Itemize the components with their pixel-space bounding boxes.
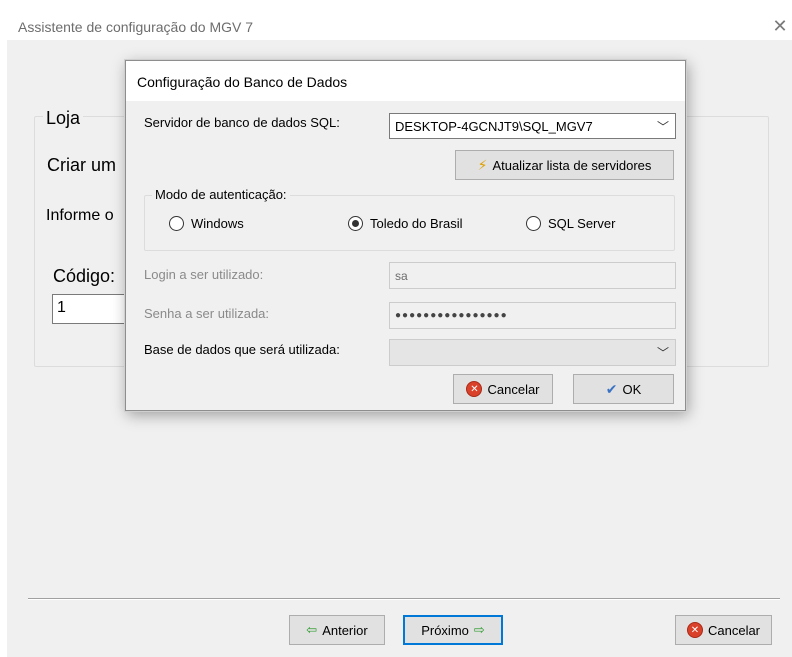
chevron-down-icon: ﹀ <box>656 120 669 134</box>
arrow-left-icon: ⇦ <box>306 622 318 637</box>
footer-separator-highlight <box>28 599 780 600</box>
password-input[interactable]: ●●●●●●●●●●●●●●●● <box>389 302 676 329</box>
auth-radio-windows-label: Windows <box>191 216 244 231</box>
cancel-icon: ✕ <box>466 381 483 397</box>
login-label: Login a ser utilizado: <box>144 267 264 282</box>
dialog-ok-label: OK <box>622 381 642 397</box>
login-input[interactable]: sa <box>389 262 676 289</box>
wizard-cancel-button[interactable]: ✕ Cancelar <box>675 615 772 645</box>
password-input-value: ●●●●●●●●●●●●●●●● <box>395 310 508 321</box>
code-input-value: 1 <box>57 299 66 316</box>
auth-radio-sqlserver[interactable]: SQL Server <box>526 216 615 231</box>
dialog-cancel-label: Cancelar <box>487 381 540 397</box>
dialog-ok-button[interactable]: ✔ OK <box>573 374 674 404</box>
lightning-icon: ⚡ <box>477 156 488 173</box>
code-label: Código: <box>53 266 116 286</box>
auth-radio-toledo-label: Toledo do Brasil <box>370 216 463 231</box>
checkmark-icon: ✔ <box>605 380 618 397</box>
chevron-down-icon: ﹀ <box>656 346 669 360</box>
auth-radio-windows[interactable]: Windows <box>169 216 244 231</box>
dialog-title: Configuração do Banco de Dados <box>137 74 348 90</box>
window-titlebar: Assistente de configuração do MGV 7 ✕ <box>0 0 792 35</box>
database-label: Base de dados que será utilizada: <box>144 342 340 357</box>
window-title: Assistente de configuração do MGV 7 <box>18 19 254 35</box>
wizard-cancel-label: Cancelar <box>707 622 761 638</box>
dialog-titlebar: Configuração do Banco de Dados <box>126 61 685 101</box>
back-button-label: Anterior <box>322 622 368 638</box>
login-input-value: sa <box>395 268 408 283</box>
dialog-cancel-button[interactable]: ✕ Cancelar <box>453 374 553 404</box>
server-combobox-value: DESKTOP-4GCNJT9\SQL_MGV7 <box>395 118 593 134</box>
refresh-servers-button[interactable]: ⚡ Atualizar lista de servidores <box>455 150 674 180</box>
arrow-right-icon: ⇨ <box>473 622 485 637</box>
auth-radio-sqlserver-label: SQL Server <box>548 216 616 231</box>
server-label: Servidor de banco de dados SQL: <box>144 115 340 130</box>
radio-unchecked-icon <box>526 216 541 231</box>
refresh-servers-label: Atualizar lista de servidores <box>492 157 652 173</box>
store-group-label: Loja <box>43 108 84 129</box>
next-button-label: Próximo <box>421 622 469 638</box>
close-icon[interactable]: ✕ <box>772 17 788 35</box>
radio-checked-icon <box>348 216 363 231</box>
auth-radio-toledo[interactable]: Toledo do Brasil <box>348 216 463 231</box>
auth-group-label: Modo de autenticação: <box>152 187 290 202</box>
radio-unchecked-icon <box>169 216 184 231</box>
create-store-text: Criar um <box>47 155 117 175</box>
back-button[interactable]: ⇦ Anterior <box>289 615 385 645</box>
database-combobox[interactable]: ﹀ <box>389 339 676 366</box>
server-combobox[interactable]: DESKTOP-4GCNJT9\SQL_MGV7 ﹀ <box>389 113 676 139</box>
cancel-icon: ✕ <box>686 622 703 638</box>
info-text: Informe o <box>46 207 114 224</box>
database-config-dialog: Configuração do Banco de Dados Servidor … <box>125 60 686 411</box>
next-button[interactable]: Próximo ⇨ <box>403 615 503 645</box>
password-label: Senha a ser utilizada: <box>144 306 270 321</box>
